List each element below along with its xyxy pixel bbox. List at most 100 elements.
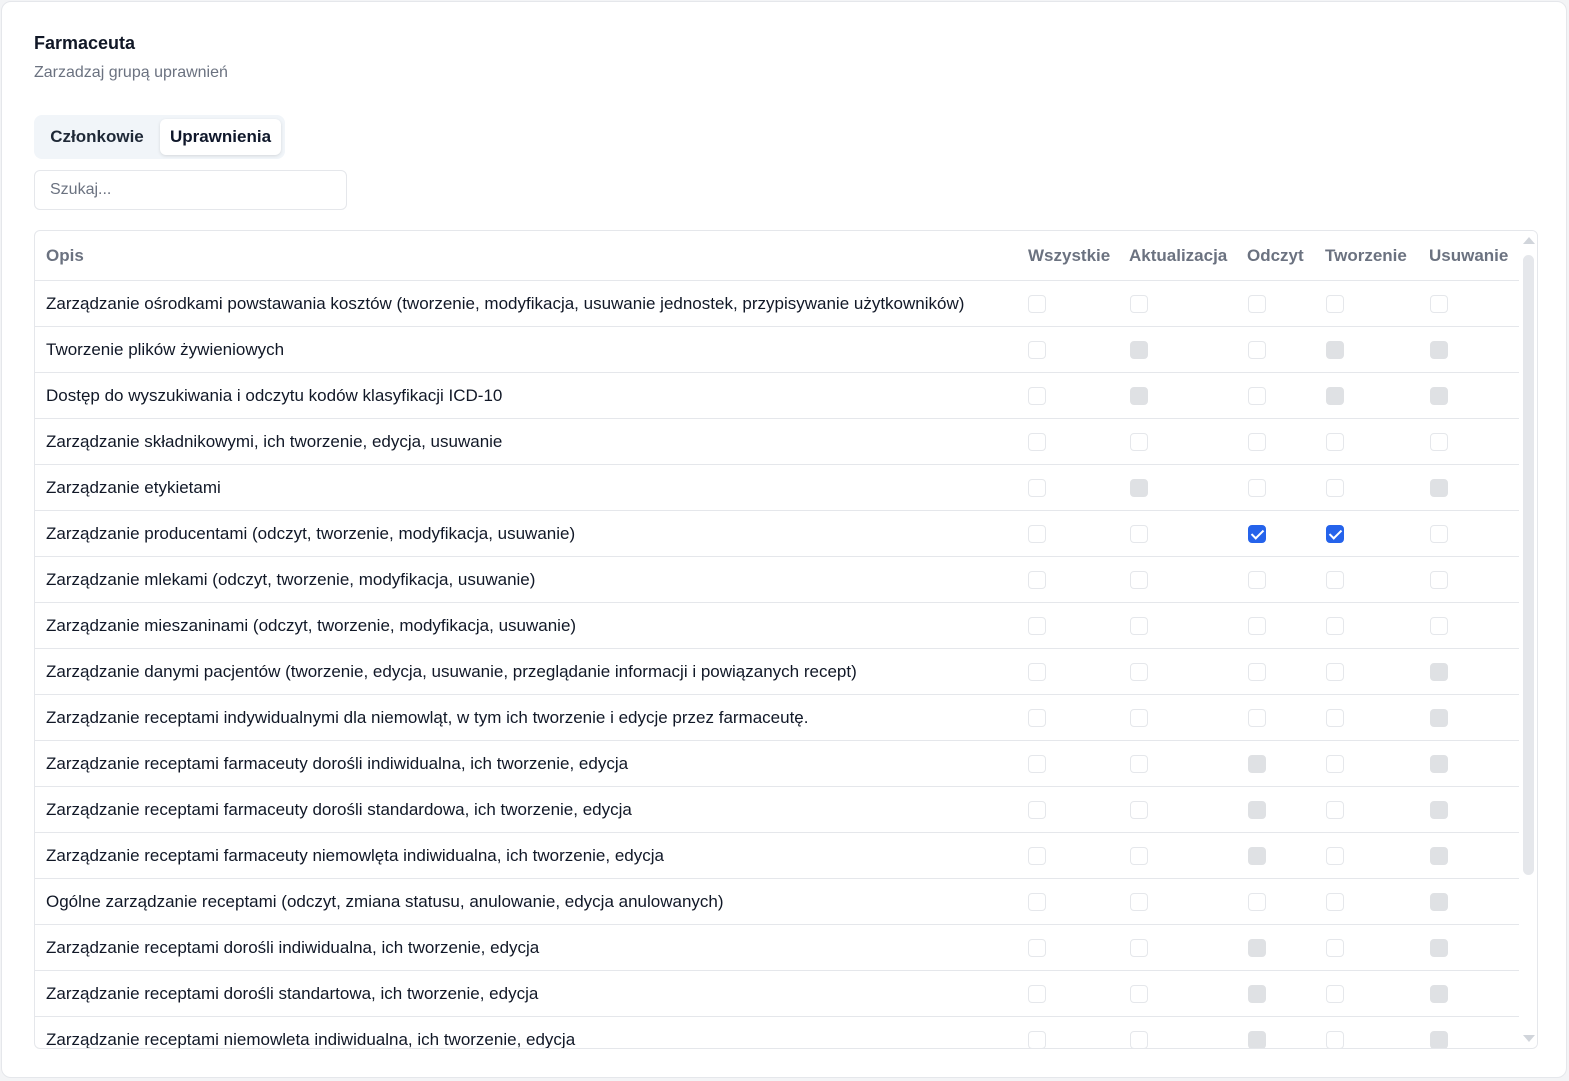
checkbox-tworzenie bbox=[1326, 387, 1344, 405]
checkbox-aktualizacja[interactable] bbox=[1130, 571, 1148, 589]
checkbox-tworzenie[interactable] bbox=[1326, 479, 1344, 497]
checkbox-odczyt bbox=[1248, 755, 1266, 773]
table-body: Opis Wszystkie Aktualizacja Odczyt Tworz… bbox=[35, 231, 1519, 1048]
permission-description: Zarządzanie receptami farmaceuty dorośli… bbox=[46, 753, 629, 773]
checkbox-aktualizacja[interactable] bbox=[1130, 525, 1148, 543]
checkbox-wszystkie[interactable] bbox=[1028, 571, 1046, 589]
checkbox-usuwanie bbox=[1430, 1031, 1448, 1048]
checkbox-tworzenie[interactable] bbox=[1326, 1031, 1344, 1048]
table-row: Tworzenie plików żywieniowych bbox=[35, 327, 1519, 373]
checkbox-odczyt[interactable] bbox=[1248, 617, 1266, 635]
tab-members[interactable]: Członkowie bbox=[38, 119, 156, 155]
checkbox-wszystkie[interactable] bbox=[1028, 709, 1046, 727]
checkbox-tworzenie[interactable] bbox=[1326, 525, 1344, 543]
checkbox-usuwanie bbox=[1430, 479, 1448, 497]
checkbox-usuwanie[interactable] bbox=[1430, 295, 1448, 313]
checkbox-odczyt[interactable] bbox=[1248, 433, 1266, 451]
checkbox-aktualizacja[interactable] bbox=[1130, 939, 1148, 957]
checkbox-aktualizacja bbox=[1130, 341, 1148, 359]
checkbox-aktualizacja bbox=[1130, 387, 1148, 405]
checkbox-wszystkie[interactable] bbox=[1028, 617, 1046, 635]
checkbox-odczyt[interactable] bbox=[1248, 295, 1266, 313]
permission-description: Ogólne zarządzanie receptami (odczyt, zm… bbox=[46, 891, 724, 911]
checkbox-aktualizacja[interactable] bbox=[1130, 847, 1148, 865]
checkbox-aktualizacja[interactable] bbox=[1130, 755, 1148, 773]
checkbox-tworzenie[interactable] bbox=[1326, 847, 1344, 865]
checkbox-usuwanie bbox=[1430, 801, 1448, 819]
table-row: Zarządzanie receptami farmaceuty dorośli… bbox=[35, 787, 1519, 833]
checkbox-tworzenie[interactable] bbox=[1326, 433, 1344, 451]
checkbox-odczyt[interactable] bbox=[1248, 663, 1266, 681]
permission-description: Zarządzanie danymi pacjentów (tworzenie,… bbox=[46, 661, 857, 681]
checkbox-wszystkie[interactable] bbox=[1028, 433, 1046, 451]
page-subtitle: Zarzadzaj grupą uprawnień bbox=[34, 64, 228, 81]
checkbox-wszystkie[interactable] bbox=[1028, 341, 1046, 359]
table-row: Zarządzanie etykietami bbox=[35, 465, 1519, 511]
table-row: Ogólne zarządzanie receptami (odczyt, zm… bbox=[35, 879, 1519, 925]
checkbox-tworzenie[interactable] bbox=[1326, 939, 1344, 957]
checkbox-wszystkie[interactable] bbox=[1028, 663, 1046, 681]
table-row: Zarządzanie receptami farmaceuty niemowl… bbox=[35, 833, 1519, 879]
checkbox-wszystkie[interactable] bbox=[1028, 755, 1046, 773]
checkbox-tworzenie[interactable] bbox=[1326, 571, 1344, 589]
scrollbar-thumb[interactable] bbox=[1523, 255, 1534, 875]
column-header-opis: Opis bbox=[46, 246, 84, 265]
checkbox-aktualizacja[interactable] bbox=[1130, 295, 1148, 313]
checkbox-tworzenie[interactable] bbox=[1326, 617, 1344, 635]
checkbox-tworzenie[interactable] bbox=[1326, 295, 1344, 313]
checkbox-odczyt bbox=[1248, 801, 1266, 819]
checkbox-usuwanie bbox=[1430, 341, 1448, 359]
checkbox-odczyt[interactable] bbox=[1248, 387, 1266, 405]
column-header-aktualizacja: Aktualizacja bbox=[1129, 246, 1228, 265]
checkbox-wszystkie[interactable] bbox=[1028, 295, 1046, 313]
checkbox-odczyt[interactable] bbox=[1248, 893, 1266, 911]
permission-description: Zarządzanie receptami farmaceuty niemowl… bbox=[46, 845, 664, 865]
checkbox-wszystkie[interactable] bbox=[1028, 387, 1046, 405]
checkbox-tworzenie[interactable] bbox=[1326, 709, 1344, 727]
checkbox-aktualizacja[interactable] bbox=[1130, 617, 1148, 635]
checkbox-usuwanie[interactable] bbox=[1430, 617, 1448, 635]
table-row: Zarządzanie danymi pacjentów (tworzenie,… bbox=[35, 649, 1519, 695]
checkbox-usuwanie[interactable] bbox=[1430, 571, 1448, 589]
permission-group-card: Farmaceuta Zarzadzaj grupą uprawnień Czł… bbox=[1, 1, 1567, 1078]
checkbox-wszystkie[interactable] bbox=[1028, 939, 1046, 957]
checkbox-usuwanie[interactable] bbox=[1430, 433, 1448, 451]
table-scrollbar[interactable] bbox=[1520, 231, 1537, 1048]
checkbox-wszystkie[interactable] bbox=[1028, 847, 1046, 865]
checkbox-wszystkie[interactable] bbox=[1028, 479, 1046, 497]
checkbox-tworzenie[interactable] bbox=[1326, 755, 1344, 773]
checkbox-aktualizacja[interactable] bbox=[1130, 801, 1148, 819]
checkbox-wszystkie[interactable] bbox=[1028, 893, 1046, 911]
checkbox-odczyt[interactable] bbox=[1248, 341, 1266, 359]
scroll-down-arrow-icon[interactable] bbox=[1523, 1035, 1535, 1042]
table-row: Zarządzanie mieszaninami (odczyt, tworze… bbox=[35, 603, 1519, 649]
checkbox-aktualizacja[interactable] bbox=[1130, 985, 1148, 1003]
checkbox-tworzenie[interactable] bbox=[1326, 985, 1344, 1003]
checkbox-odczyt[interactable] bbox=[1248, 479, 1266, 497]
permission-description: Zarządzanie receptami dorośli indiwidual… bbox=[46, 937, 540, 957]
checkbox-aktualizacja[interactable] bbox=[1130, 709, 1148, 727]
checkbox-aktualizacja[interactable] bbox=[1130, 433, 1148, 451]
checkbox-tworzenie[interactable] bbox=[1326, 893, 1344, 911]
permission-description: Zarządzanie składnikowymi, ich tworzenie… bbox=[46, 431, 503, 451]
column-header-tworzenie: Tworzenie bbox=[1325, 246, 1407, 265]
checkbox-odczyt[interactable] bbox=[1248, 525, 1266, 543]
checkbox-tworzenie[interactable] bbox=[1326, 663, 1344, 681]
checkbox-tworzenie[interactable] bbox=[1326, 801, 1344, 819]
checkbox-aktualizacja[interactable] bbox=[1130, 893, 1148, 911]
scroll-up-arrow-icon[interactable] bbox=[1523, 237, 1535, 244]
checkbox-aktualizacja[interactable] bbox=[1130, 1031, 1148, 1048]
checkbox-wszystkie[interactable] bbox=[1028, 525, 1046, 543]
table-row: Dostęp do wyszukiwania i odczytu kodów k… bbox=[35, 373, 1519, 419]
checkbox-odczyt[interactable] bbox=[1248, 709, 1266, 727]
checkbox-wszystkie[interactable] bbox=[1028, 801, 1046, 819]
column-header-wszystkie: Wszystkie bbox=[1028, 246, 1111, 265]
permission-description: Zarządzanie ośrodkami powstawania kosztó… bbox=[46, 293, 965, 313]
checkbox-odczyt[interactable] bbox=[1248, 571, 1266, 589]
checkbox-wszystkie[interactable] bbox=[1028, 1031, 1046, 1048]
search-input[interactable] bbox=[34, 170, 347, 210]
checkbox-usuwanie[interactable] bbox=[1430, 525, 1448, 543]
checkbox-wszystkie[interactable] bbox=[1028, 985, 1046, 1003]
tab-permissions[interactable]: Uprawnienia bbox=[160, 119, 281, 155]
checkbox-aktualizacja[interactable] bbox=[1130, 663, 1148, 681]
